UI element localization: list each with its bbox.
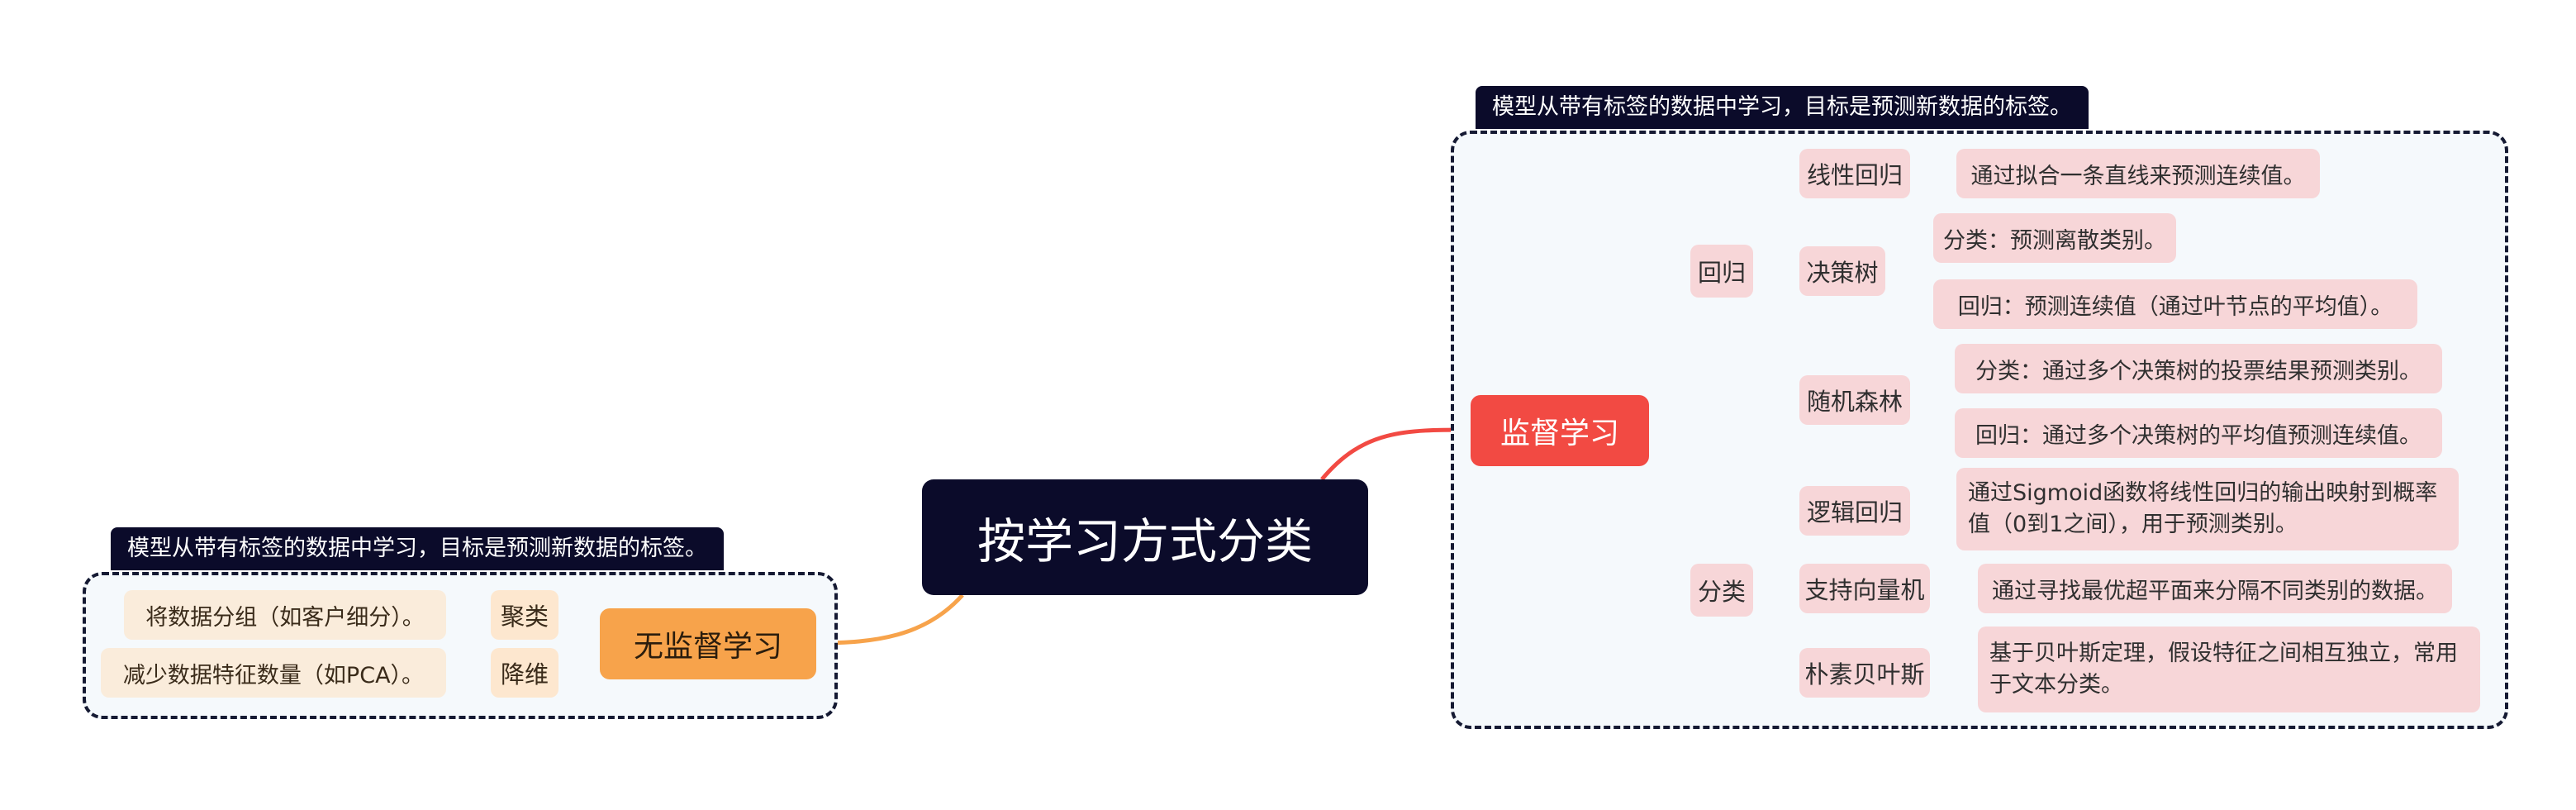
regression-node[interactable]: 回归	[1690, 245, 1753, 298]
decision-tree-node[interactable]: 决策树	[1799, 246, 1885, 296]
random-forest-regression-desc[interactable]: 回归：通过多个决策树的平均值预测连续值。	[1955, 408, 2442, 458]
logistic-regression-desc[interactable]: 通过Sigmoid函数将线性回归的输出映射到概率值（0到1之间），用于预测类别。	[1956, 468, 2459, 550]
clustering-node[interactable]: 聚类	[491, 590, 558, 640]
naive-bayes-node[interactable]: 朴素贝叶斯	[1799, 648, 1930, 698]
root-node[interactable]: 按学习方式分类	[922, 479, 1368, 595]
unsupervised-summary: 模型从带有标签的数据中学习，目标是预测新数据的标签。	[111, 527, 724, 570]
random-forest-classification-desc[interactable]: 分类：通过多个决策树的投票结果预测类别。	[1955, 344, 2442, 393]
linear-regression-node[interactable]: 线性回归	[1799, 149, 1910, 198]
svm-desc[interactable]: 通过寻找最优超平面来分隔不同类别的数据。	[1978, 564, 2452, 613]
logistic-regression-node[interactable]: 逻辑回归	[1799, 486, 1910, 536]
supervised-node[interactable]: 监督学习	[1471, 395, 1649, 466]
svm-node[interactable]: 支持向量机	[1799, 564, 1930, 613]
unsupervised-node[interactable]: 无监督学习	[600, 608, 816, 679]
classification-node[interactable]: 分类	[1690, 564, 1753, 617]
reduction-desc[interactable]: 减少数据特征数量（如PCA）。	[101, 648, 446, 698]
connector-root-unsupervised	[815, 593, 964, 646]
decision-tree-classification-desc[interactable]: 分类：预测离散类别。	[1933, 213, 2176, 263]
naive-bayes-desc[interactable]: 基于贝叶斯定理，假设特征之间相互独立，常用于文本分类。	[1978, 627, 2480, 712]
linear-regression-desc[interactable]: 通过拟合一条直线来预测连续值。	[1956, 149, 2320, 198]
reduction-node[interactable]: 降维	[491, 648, 558, 698]
supervised-summary: 模型从带有标签的数据中学习，目标是预测新数据的标签。	[1476, 86, 2089, 129]
decision-tree-regression-desc[interactable]: 回归：预测连续值（通过叶节点的平均值）。	[1933, 279, 2417, 329]
connector-root-supervised	[1320, 427, 1471, 481]
clustering-desc[interactable]: 将数据分组（如客户细分）。	[124, 590, 446, 640]
random-forest-node[interactable]: 随机森林	[1799, 375, 1910, 425]
